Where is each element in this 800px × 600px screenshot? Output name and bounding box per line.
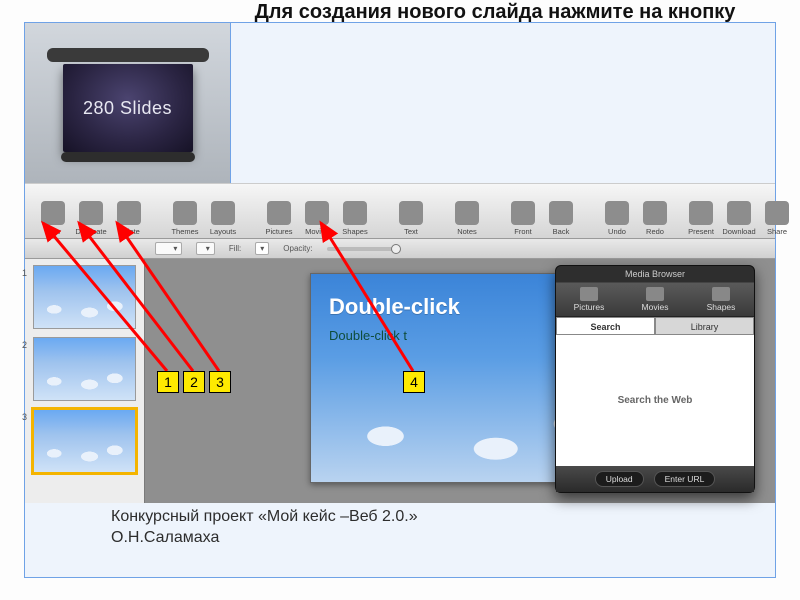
new-icon: [41, 201, 65, 225]
footer-line-2: О.Н.Саламаха: [111, 527, 418, 549]
toolbar-duplicate-label: Duplicate: [75, 227, 106, 236]
format-subbar: ▾ ▾ Fill: ▾ Opacity:: [25, 239, 775, 259]
pictures-icon: [267, 201, 291, 225]
movies-icon: [646, 287, 664, 301]
thumb-number: 3: [22, 412, 27, 422]
toolbar-delete-label: Delete: [118, 227, 140, 236]
thumb-number: 2: [22, 340, 27, 350]
fill-swatch[interactable]: ▾: [255, 242, 269, 255]
toolbar-new-button[interactable]: New: [35, 201, 71, 236]
media-tab-shapes[interactable]: Shapes: [688, 283, 754, 316]
media-browser-footer: Upload Enter URL: [556, 466, 754, 492]
toolbar-front-label: Front: [514, 227, 532, 236]
slide-thumbnail[interactable]: 3: [33, 409, 136, 473]
themes-icon: [173, 201, 197, 225]
app-screenshot: NewDuplicateDeleteThemesLayoutsPicturesM…: [25, 183, 775, 503]
toolbar-notes-label: Notes: [457, 227, 477, 236]
toolbar-themes-label: Themes: [171, 227, 198, 236]
toolbar-layouts-label: Layouts: [210, 227, 236, 236]
delete-icon: [117, 201, 141, 225]
toolbar-front-button[interactable]: Front: [505, 201, 541, 236]
shapes-icon: [712, 287, 730, 301]
slide-thumbnail-panel: 1 2 3: [25, 259, 145, 503]
toolbar-movies-button[interactable]: Movies: [299, 201, 335, 236]
toolbar-back-label: Back: [553, 227, 570, 236]
toolbar-layouts-button[interactable]: Layouts: [205, 201, 241, 236]
toolbar-text-label: Text: [404, 227, 418, 236]
undo-icon: [605, 201, 629, 225]
font-select[interactable]: ▾: [155, 242, 182, 255]
front-icon: [511, 201, 535, 225]
download-icon: [727, 201, 751, 225]
toolbar-delete-button[interactable]: Delete: [111, 201, 147, 236]
toolbar-present-button[interactable]: Present: [683, 201, 719, 236]
footer-credits: Конкурсный проект «Мой кейс –Веб 2.0.» О…: [111, 506, 418, 549]
media-browser-subtabs: SearchLibrary: [556, 317, 754, 335]
product-logo: 280 Slides: [53, 48, 203, 158]
fill-label: Fill:: [229, 244, 241, 253]
media-browser-panel: Media Browser PicturesMoviesShapes Searc…: [555, 265, 755, 493]
toolbar-duplicate-button[interactable]: Duplicate: [73, 201, 109, 236]
toolbar-pictures-button[interactable]: Pictures: [261, 201, 297, 236]
toolbar-redo-label: Redo: [646, 227, 664, 236]
notes-icon: [455, 201, 479, 225]
media-enter-url-button[interactable]: Enter URL: [654, 471, 716, 487]
main-toolbar: New Duplicate Delete Themes Layouts Pictures M…: [25, 183, 775, 239]
canvas-area: Double-click Double-click t Media Browse…: [145, 259, 775, 503]
share-icon: [765, 201, 789, 225]
toolbar-back-button[interactable]: Back: [543, 201, 579, 236]
media-browser-tabs: PicturesMoviesShapes: [556, 283, 754, 317]
logo-text: 280 Slides: [63, 64, 193, 152]
slide-thumbnail[interactable]: 2: [33, 337, 136, 401]
duplicate-icon: [79, 201, 103, 225]
media-subtab-search[interactable]: Search: [556, 317, 655, 335]
toolbar-new-label: New: [45, 227, 60, 236]
toolbar-notes-button[interactable]: Notes: [449, 201, 485, 236]
footer-line-1: Конкурсный проект «Мой кейс –Веб 2.0.»: [111, 506, 418, 528]
slide-thumbnail[interactable]: 1: [33, 265, 136, 329]
toolbar-shapes-button[interactable]: Shapes: [337, 201, 373, 236]
media-browser-body[interactable]: Search the Web: [556, 335, 754, 466]
media-browser-title: Media Browser: [556, 266, 754, 283]
media-tab-pictures[interactable]: Pictures: [556, 283, 622, 316]
toolbar-share-button[interactable]: Share: [759, 201, 795, 236]
text-icon: [399, 201, 423, 225]
slide-subtitle[interactable]: Double-click t: [329, 328, 407, 343]
workspace: 1 2 3 Double-click Double-click t Media Br…: [25, 259, 775, 503]
media-subtab-library[interactable]: Library: [655, 317, 754, 335]
media-tab-movies[interactable]: Movies: [622, 283, 688, 316]
pictures-icon: [580, 287, 598, 301]
toolbar-text-button[interactable]: Text: [393, 201, 429, 236]
toolbar-pictures-label: Pictures: [265, 227, 292, 236]
toolbar-movies-label: Movies: [305, 227, 329, 236]
shapes-icon: [343, 201, 367, 225]
movies-icon: [305, 201, 329, 225]
present-icon: [689, 201, 713, 225]
size-select[interactable]: ▾: [196, 242, 214, 255]
toolbar-themes-button[interactable]: Themes: [167, 201, 203, 236]
media-upload-button[interactable]: Upload: [595, 471, 644, 487]
slide-title[interactable]: Double-click: [329, 294, 460, 320]
toolbar-shapes-label: Shapes: [342, 227, 367, 236]
redo-icon: [643, 201, 667, 225]
toolbar-redo-button[interactable]: Redo: [637, 201, 673, 236]
logo-pane: 280 Slides: [25, 23, 231, 183]
slide-frame: 280 Slides New Duplicate Delete Themes Layou…: [24, 22, 776, 578]
thumb-number: 1: [22, 268, 27, 278]
toolbar-download-button[interactable]: Download: [721, 201, 757, 236]
opacity-label: Opacity:: [283, 244, 312, 253]
toolbar-undo-label: Undo: [608, 227, 626, 236]
back-icon: [549, 201, 573, 225]
layouts-icon: [211, 201, 235, 225]
toolbar-undo-button[interactable]: Undo: [599, 201, 635, 236]
opacity-slider[interactable]: [327, 247, 397, 251]
